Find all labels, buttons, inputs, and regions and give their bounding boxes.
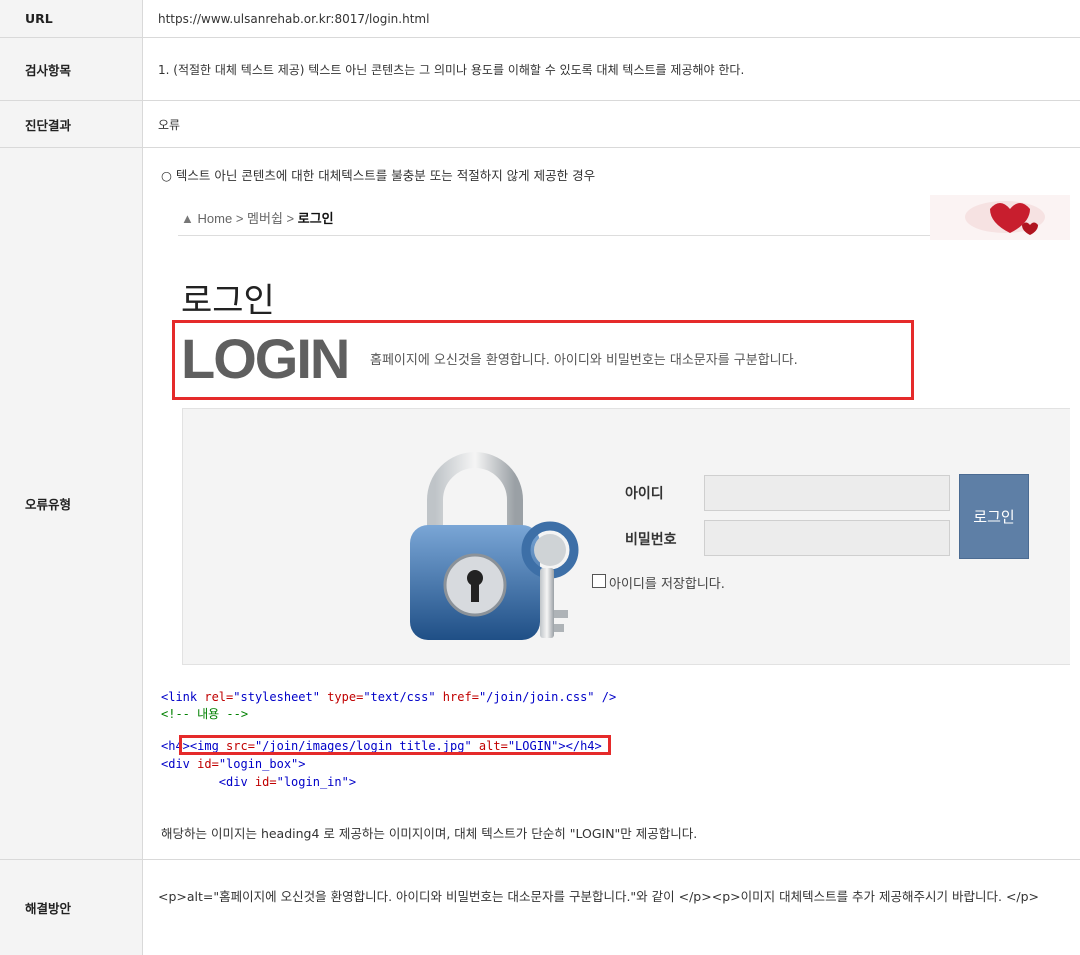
error-type-header: 오류유형 xyxy=(0,148,143,859)
breadcrumb-level1: 멤버쉽 xyxy=(247,211,283,226)
heart-decoration-icon xyxy=(930,195,1070,240)
pw-label: 비밀번호 xyxy=(625,532,677,548)
code-token: "login_box" xyxy=(218,757,299,771)
id-label: 아이디 xyxy=(625,486,664,502)
solution-value: <p>alt="홈페이지에 오신것을 환영합니다. 아이디와 비밀번호는 대소문… xyxy=(158,889,1040,904)
code-token: > xyxy=(348,775,357,789)
save-id-checkbox[interactable] xyxy=(592,574,606,588)
code-token: id= xyxy=(254,775,277,789)
row-check-item: 검사항목 1. (적절한 대체 텍스트 제공) 텍스트 아닌 콘텐츠는 그 의미… xyxy=(0,38,1080,101)
code-line-5: <div id="login_in"> xyxy=(161,774,356,791)
home-icon: ▲ xyxy=(181,211,194,226)
breadcrumb-sep: > xyxy=(286,211,295,226)
check-item-value: 1. (적절한 대체 텍스트 제공) 텍스트 아닌 콘텐츠는 그 의미나 용도를… xyxy=(158,62,745,77)
result-header: 진단결과 xyxy=(0,101,143,147)
code-token: "login_in" xyxy=(276,775,349,789)
solution-header: 해결방안 xyxy=(0,860,143,955)
error-type-intro: ○ 텍스트 아닌 콘텐츠에 대한 대체텍스트를 불충분 또는 적절하지 않게 제… xyxy=(161,168,596,183)
code-token: "text/css" xyxy=(363,690,436,704)
code-token: rel= xyxy=(204,690,234,704)
code-token: type= xyxy=(319,690,364,704)
code-line-1: <link rel="stylesheet" type="text/css" h… xyxy=(161,689,616,706)
explanation-text: 해당하는 이미지는 heading4 로 제공하는 이미지이며, 대체 텍스트가… xyxy=(161,826,698,841)
breadcrumb-home: Home xyxy=(197,211,233,226)
code-token: "stylesheet" xyxy=(233,690,320,704)
code-token: <link xyxy=(161,690,205,704)
save-id-label: 아이디를 저장합니다. xyxy=(609,577,725,592)
code-token: <div xyxy=(161,757,198,771)
page-title: 로그인 xyxy=(181,281,275,321)
url-header: URL xyxy=(0,0,143,37)
breadcrumb-sep: > xyxy=(235,211,244,226)
code-token: <div xyxy=(218,775,255,789)
code-line-2: <!-- 내용 --> xyxy=(161,707,249,721)
login-button[interactable]: 로그인 xyxy=(959,474,1029,559)
url-value: https://www.ulsanrehab.or.kr:8017/login.… xyxy=(158,11,430,26)
breadcrumb-current: 로그인 xyxy=(297,211,334,226)
code-token: "/join/join.css" xyxy=(478,690,595,704)
code-token: /> xyxy=(594,690,617,704)
highlight-box-code xyxy=(179,735,611,755)
row-url: URL https://www.ulsanrehab.or.kr:8017/lo… xyxy=(0,0,1080,38)
password-field[interactable] xyxy=(704,520,950,556)
code-line-4: <div id="login_box"> xyxy=(161,756,306,773)
breadcrumb-divider xyxy=(178,235,940,236)
breadcrumb: ▲ Home > 멤버쉽 > 로그인 xyxy=(181,208,334,227)
check-item-header: 검사항목 xyxy=(0,38,143,100)
result-value: 오류 xyxy=(158,117,181,132)
highlight-box-heading xyxy=(172,320,914,400)
row-solution: 해결방안 xyxy=(0,860,1080,955)
code-token: id= xyxy=(197,757,219,771)
code-token: href= xyxy=(435,690,479,704)
padlock-key-icon xyxy=(410,452,579,640)
row-result: 진단결과 오류 xyxy=(0,101,1080,148)
code-token: > xyxy=(298,757,306,771)
id-field[interactable] xyxy=(704,475,950,511)
